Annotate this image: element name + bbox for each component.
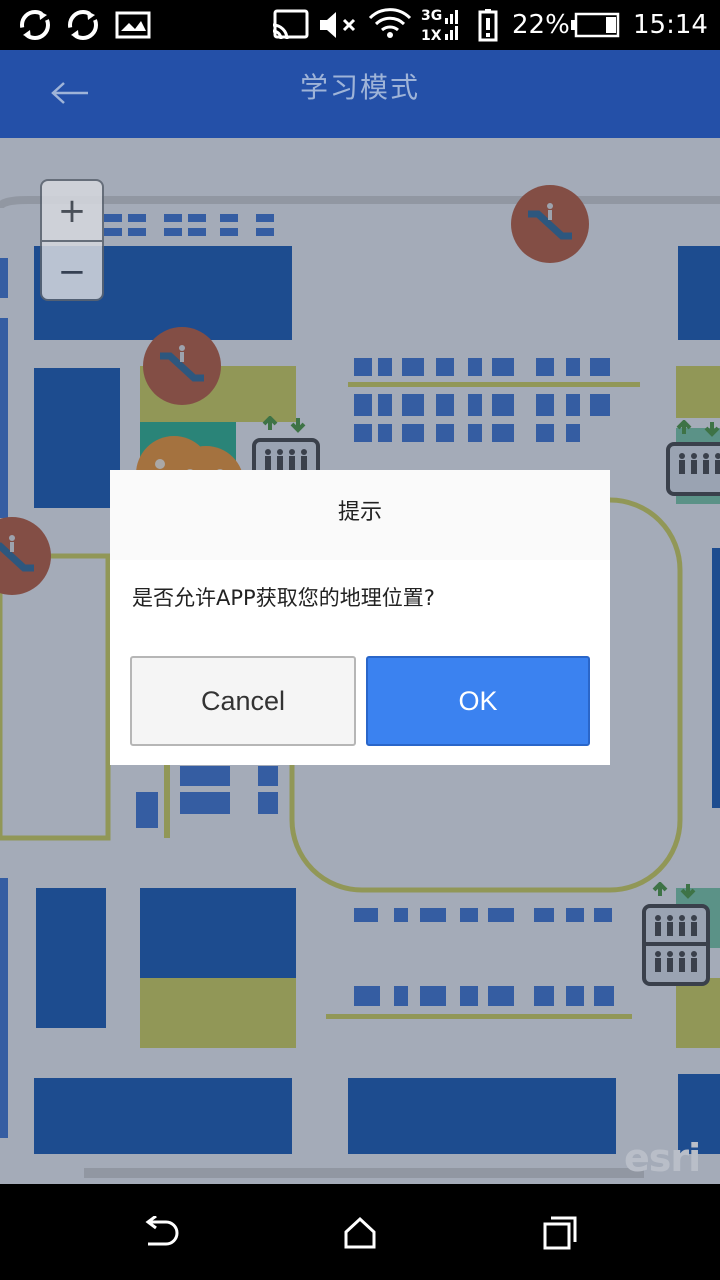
- ok-button[interactable]: OK: [366, 656, 590, 746]
- sync-icon: [64, 8, 102, 42]
- arrow-left-icon: [51, 82, 88, 104]
- recents-icon: [543, 1216, 577, 1250]
- page-title: 学习模式: [299, 71, 420, 104]
- back-icon: [145, 1216, 179, 1246]
- zoom-out-button[interactable]: −: [42, 242, 102, 299]
- cast-icon: [270, 8, 310, 42]
- clock: 15:14: [633, 10, 708, 40]
- image-icon: [114, 8, 152, 42]
- nav-back-button[interactable]: [130, 1208, 190, 1258]
- nav-home-button[interactable]: [330, 1208, 390, 1258]
- esri-attribution: esri: [624, 1136, 701, 1180]
- app-bar: 学习模式: [0, 50, 720, 138]
- status-bar: 3G 1X 22% 15:14: [0, 0, 720, 50]
- battery-alert-icon: [476, 8, 500, 42]
- home-icon: [344, 1216, 376, 1249]
- wifi-icon: [368, 8, 412, 42]
- sync-icon: [16, 8, 54, 42]
- mute-icon: [318, 8, 358, 42]
- location-permission-dialog: 提示 是否允许APP获取您的地理位置? Cancel OK: [110, 470, 610, 765]
- dialog-message: 是否允许APP获取您的地理位置?: [132, 586, 435, 610]
- zoom-in-button[interactable]: +: [42, 181, 102, 240]
- battery-icon: [570, 8, 620, 42]
- nav-recents-button[interactable]: [530, 1208, 590, 1258]
- dialog-title: 提示: [110, 470, 610, 560]
- signal-icon: [443, 8, 463, 42]
- back-button[interactable]: [40, 68, 100, 118]
- zoom-control: + −: [40, 179, 104, 301]
- battery-percent: 22%: [512, 10, 570, 40]
- cancel-button[interactable]: Cancel: [130, 656, 356, 746]
- system-nav-bar: [0, 1184, 720, 1280]
